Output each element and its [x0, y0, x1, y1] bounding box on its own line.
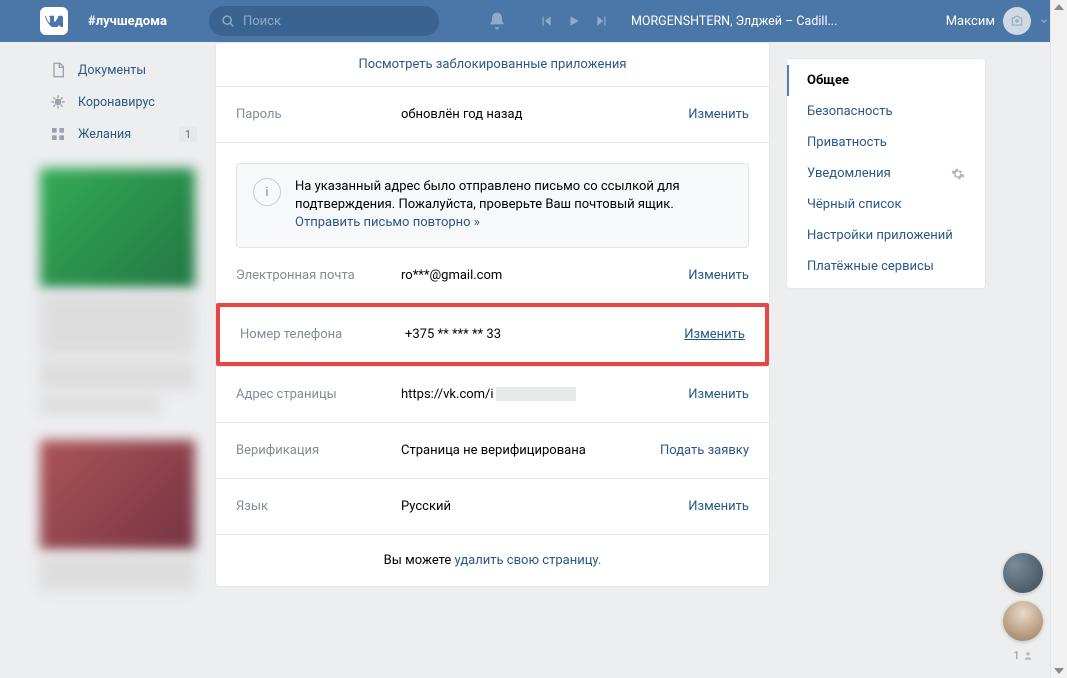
redacted-block [496, 387, 576, 401]
search-placeholder: Поиск [243, 14, 281, 29]
row-label: Пароль [236, 107, 401, 122]
chat-bubbles: 1 [1003, 553, 1043, 662]
tab-privacy[interactable]: Приватность [787, 127, 985, 158]
row-value: ro***@gmail.com [401, 268, 688, 283]
search-icon [221, 14, 235, 28]
settings-tabs: Общее Безопасность Приватность Уведомлен… [786, 58, 986, 289]
prev-track-icon[interactable] [539, 14, 553, 28]
chevron-down-icon [1039, 16, 1049, 26]
delete-page-row: Вы можете удалить свою страницу. [216, 534, 769, 586]
nav-coronavirus[interactable]: Коронавирус [40, 86, 205, 118]
change-phone-link[interactable]: Изменить [684, 327, 745, 342]
change-email-link[interactable]: Изменить [688, 268, 749, 283]
now-playing-track[interactable]: MORGENSHTERN, Элджей – Cadill... [631, 14, 837, 29]
row-email: Электронная почта ro***@gmail.com Измени… [216, 248, 769, 303]
tab-blacklist[interactable]: Чёрный список [787, 189, 985, 220]
virus-icon [48, 92, 68, 112]
phone-row-highlight: Номер телефона +375 ** *** ** 33 Изменит… [216, 303, 769, 366]
document-icon [48, 60, 68, 80]
row-phone: Номер телефона +375 ** *** ** 33 Изменит… [220, 307, 765, 362]
nav-badge: 1 [179, 127, 197, 142]
scrollbar[interactable] [1050, 0, 1067, 678]
nav-label: Желания [78, 127, 131, 142]
tab-payments[interactable]: Платёжные сервисы [787, 251, 985, 282]
vk-logo[interactable] [40, 7, 68, 35]
username: Максим [946, 14, 995, 29]
left-sidebar: Документы Коронавирус Желания 1 [40, 42, 205, 678]
change-language-link[interactable]: Изменить [688, 499, 749, 514]
row-value: Русский [401, 499, 688, 514]
settings-panel: Посмотреть заблокированные приложения Па… [215, 42, 770, 587]
chat-avatar[interactable] [1003, 553, 1043, 593]
row-password: Пароль обновлён год назад Изменить [216, 86, 769, 142]
blocked-apps-link[interactable]: Посмотреть заблокированные приложения [358, 57, 626, 72]
tab-general[interactable]: Общее [787, 65, 985, 96]
notice-text: На указанный адрес было отправлено письм… [295, 179, 680, 212]
tab-notifications[interactable]: Уведомления [787, 158, 985, 189]
row-value: https://vk.com/i [401, 387, 688, 402]
email-confirm-notice: i На указанный адрес было отправлено пис… [236, 163, 749, 248]
resend-email-link[interactable]: Отправить письмо повторно » [295, 215, 480, 230]
scroll-down-icon[interactable] [1054, 668, 1064, 674]
row-value: Страница не верифицирована [401, 443, 660, 458]
nav-documents[interactable]: Документы [40, 54, 205, 86]
row-label: Верификация [236, 443, 401, 458]
change-password-link[interactable]: Изменить [688, 107, 749, 122]
delete-prefix: Вы можете [384, 553, 455, 568]
row-address: Адрес страницы https://vk.com/i Изменить [216, 366, 769, 422]
notifications-icon[interactable] [487, 11, 507, 31]
blocked-apps-row: Посмотреть заблокированные приложения [216, 43, 769, 86]
row-value: обновлён год назад [401, 107, 688, 122]
row-language: Язык Русский Изменить [216, 478, 769, 534]
row-label: Адрес страницы [236, 387, 401, 402]
chat-avatar[interactable] [1003, 601, 1043, 641]
tab-security[interactable]: Безопасность [787, 96, 985, 127]
next-track-icon[interactable] [595, 14, 609, 28]
scroll-up-icon[interactable] [1054, 4, 1064, 10]
row-label: Язык [236, 499, 401, 514]
tab-app-settings[interactable]: Настройки приложений [787, 220, 985, 251]
change-address-link[interactable]: Изменить [688, 387, 749, 402]
verify-request-link[interactable]: Подать заявку [660, 443, 749, 458]
grid-icon [48, 124, 68, 144]
gear-icon[interactable] [951, 167, 965, 181]
sidebar-ads [40, 168, 205, 591]
row-verification: Верификация Страница не верифицирована П… [216, 422, 769, 478]
online-count[interactable]: 1 [1013, 649, 1032, 662]
top-header: #лучшедома Поиск MORGENSHTERN, Элджей – … [0, 0, 1067, 42]
media-controls [539, 14, 609, 28]
user-menu[interactable]: Максим [946, 7, 1049, 35]
nav-label: Документы [78, 63, 146, 78]
search-box[interactable]: Поиск [209, 6, 439, 36]
nav-wishes[interactable]: Желания 1 [40, 118, 205, 150]
play-icon[interactable] [567, 14, 581, 28]
delete-page-link[interactable]: удалить свою страницу. [455, 553, 602, 568]
row-label: Номер телефона [240, 327, 405, 342]
nav-label: Коронавирус [78, 95, 155, 110]
avatar [1003, 7, 1031, 35]
info-icon: i [253, 178, 281, 206]
header-hashtag[interactable]: #лучшедома [88, 14, 167, 29]
row-label: Электронная почта [236, 268, 401, 283]
row-value: +375 ** *** ** 33 [405, 327, 684, 342]
